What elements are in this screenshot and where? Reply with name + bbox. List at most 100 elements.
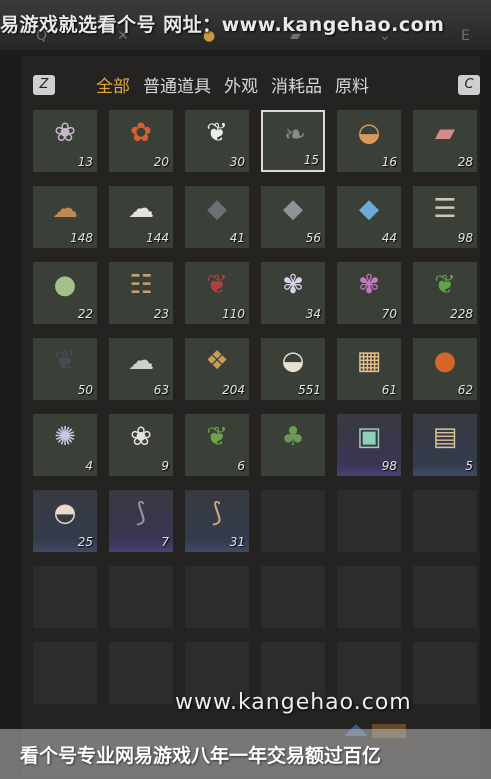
inventory-slot[interactable]: ◒ 551 — [261, 338, 325, 400]
item-count: 25 — [77, 535, 93, 549]
item-count: 13 — [77, 155, 93, 169]
bonsai-pot-icon: ♣ — [281, 422, 305, 452]
item-count: 44 — [381, 231, 397, 245]
inventory-slot[interactable]: ◆ 56 — [261, 186, 325, 248]
inventory-slot[interactable]: ☷ 23 — [109, 262, 173, 324]
item-count: 144 — [146, 231, 169, 245]
item-count: 6 — [237, 459, 245, 473]
dark-herb-icon: ❧ — [284, 120, 306, 150]
inventory-slot[interactable]: ⟆ 31 — [185, 490, 249, 552]
inventory-slot[interactable]: ❦ 228 — [413, 262, 477, 324]
inventory-slot[interactable]: ❦ 6 — [185, 414, 249, 476]
next-tab-key[interactable]: C — [458, 75, 480, 95]
inventory-slot[interactable]: ❀ 9 — [109, 414, 173, 476]
item-count: 30 — [229, 155, 245, 169]
inventory-slot[interactable]: ◓ 25 — [33, 490, 97, 552]
green-gourd-icon: ● — [53, 270, 77, 300]
inventory-slot[interactable]: ✺ 4 — [33, 414, 97, 476]
inventory-slot[interactable]: ❦ 30 — [185, 110, 249, 172]
blue-crystal-icon: ◆ — [359, 194, 379, 224]
item-count: 228 — [450, 307, 473, 321]
inventory-slot[interactable]: ▰ 28 — [413, 110, 477, 172]
item-count: 63 — [153, 383, 169, 397]
bone-spine-icon: ☰ — [433, 194, 457, 224]
inventory-slot[interactable]: ✿ 20 — [109, 110, 173, 172]
item-count: 7 — [161, 535, 169, 549]
item-count: 110 — [222, 307, 245, 321]
inventory-slot[interactable]: ☰ 98 — [413, 186, 477, 248]
item-count: 5 — [465, 459, 473, 473]
item-count: 204 — [222, 383, 245, 397]
empty-slot[interactable] — [413, 642, 477, 704]
empty-slot[interactable] — [413, 566, 477, 628]
tab-appearance[interactable]: 外观 — [224, 77, 258, 97]
inventory-slot[interactable]: ❖ 204 — [185, 338, 249, 400]
watermark-top: 易游戏就选看个号 网址：www.kangehao.com — [0, 14, 445, 36]
inventory-slot[interactable]: ❦ 50 — [33, 338, 97, 400]
green-herb-icon: ❦ — [434, 270, 456, 300]
inventory-slot[interactable]: ● 62 — [413, 338, 477, 400]
inventory-slot[interactable]: ◆ 44 — [337, 186, 401, 248]
inventory-slot[interactable]: ◆ 41 — [185, 186, 249, 248]
inventory-slot[interactable]: ☁ 148 — [33, 186, 97, 248]
purple-flower-plant-icon: ✾ — [358, 270, 380, 300]
item-count: 28 — [457, 155, 473, 169]
inventory-slot[interactable]: ✾ 34 — [261, 262, 325, 324]
watermark-bottom-bar: 看个号专业网易游戏八年一年交易额过百亿 — [0, 729, 491, 779]
inventory-slot[interactable]: ☁ 63 — [109, 338, 173, 400]
inventory-slot[interactable]: ❦ 110 — [185, 262, 249, 324]
item-count: 31 — [229, 535, 245, 549]
empty-slot[interactable] — [337, 490, 401, 552]
tab-general-items[interactable]: 普通道具 — [143, 77, 211, 97]
inventory-slot[interactable]: ☁ 144 — [109, 186, 173, 248]
item-count: 61 — [381, 383, 397, 397]
tofu-cubes-icon: ▦ — [356, 346, 382, 376]
white-feather-icon: ❦ — [206, 118, 228, 148]
white-rose-plant-icon: ❀ — [130, 422, 152, 452]
empty-slot[interactable] — [109, 566, 173, 628]
inventory-slot[interactable]: ♣ — [261, 414, 325, 476]
gift-box-icon: ▣ — [356, 422, 382, 452]
dark-ore-icon: ◆ — [207, 194, 227, 224]
empty-slot[interactable] — [261, 490, 325, 552]
flower-sprig-icon: ❀ — [54, 118, 76, 148]
inventory-slot[interactable]: ▣ 98 — [337, 414, 401, 476]
item-count: 9 — [161, 459, 169, 473]
empty-slot[interactable] — [185, 566, 249, 628]
item-count: 148 — [70, 231, 93, 245]
tab-all[interactable]: 全部 — [96, 77, 130, 97]
empty-slot[interactable] — [413, 490, 477, 552]
empty-slot[interactable] — [261, 566, 325, 628]
empty-slot[interactable] — [33, 642, 97, 704]
orange-blossom-herb-icon: ❦ — [206, 422, 228, 452]
iron-ore-icon: ◆ — [283, 194, 303, 224]
inventory-slot[interactable]: ▤ 5 — [413, 414, 477, 476]
inventory-slot[interactable]: ◒ 16 — [337, 110, 401, 172]
inventory-slot[interactable]: ✾ 70 — [337, 262, 401, 324]
inventory-slot[interactable]: ❀ 13 — [33, 110, 97, 172]
inventory-slot[interactable]: ▦ 61 — [337, 338, 401, 400]
empty-slot[interactable] — [109, 642, 173, 704]
watermark-bottom-text: 看个号专业网易游戏八年一年交易额过百亿 — [20, 745, 382, 767]
rice-bowl-icon: ◒ — [281, 346, 305, 376]
spider-lily-icon: ✺ — [54, 422, 76, 452]
tab-materials[interactable]: 原料 — [335, 77, 369, 97]
black-feather-icon: ❦ — [54, 346, 76, 376]
inventory-slot[interactable]: ⟆ 7 — [109, 490, 173, 552]
tab-consumables[interactable]: 消耗品 — [271, 77, 322, 97]
orange-fruit-icon: ● — [433, 346, 457, 376]
inventory-slot[interactable]: ● 22 — [33, 262, 97, 324]
empty-slot[interactable] — [337, 566, 401, 628]
empty-slot[interactable] — [33, 566, 97, 628]
item-count: 16 — [381, 155, 397, 169]
white-fleece-icon: ☁ — [128, 194, 154, 224]
red-flower-icon: ✿ — [130, 118, 152, 148]
item-count: 34 — [305, 307, 321, 321]
inventory-slot[interactable]: ❧ 15 — [261, 110, 325, 172]
item-count: 15 — [303, 153, 319, 167]
item-count: 70 — [381, 307, 397, 321]
item-count: 62 — [457, 383, 473, 397]
soup-bowl-icon: ◒ — [357, 118, 381, 148]
prev-tab-key[interactable]: Z — [33, 75, 55, 95]
item-count: 56 — [305, 231, 321, 245]
